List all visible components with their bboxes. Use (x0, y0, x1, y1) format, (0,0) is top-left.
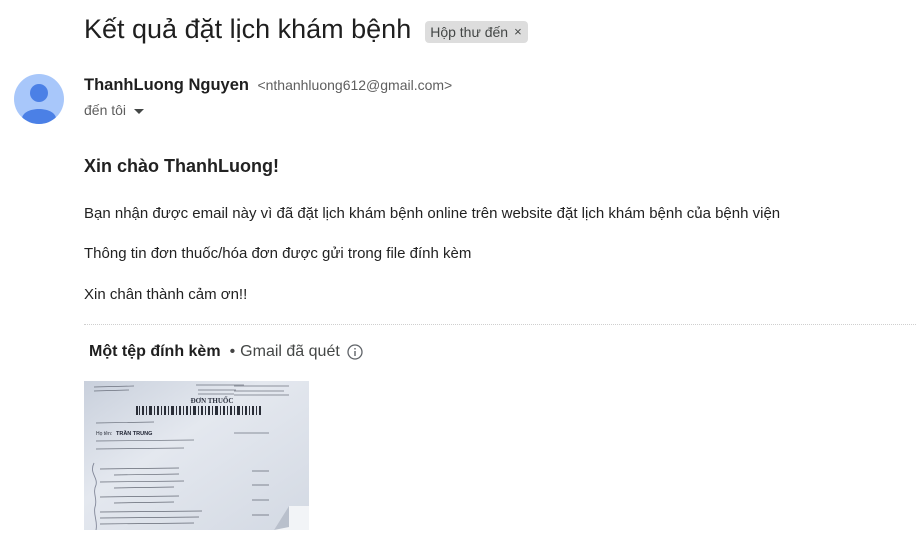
body-paragraph-2: Thông tin đơn thuốc/hóa đơn được gửi tro… (84, 245, 472, 262)
email-subject: Kết quả đặt lịch khám bệnh (84, 14, 412, 44)
thumbnail-patient-name: TRẦN TRUNG (116, 430, 152, 437)
inbox-label-chip[interactable]: Hộp thư đến × (425, 20, 528, 43)
sender-avatar[interactable] (14, 74, 64, 124)
scanned-by-gmail: Gmail đã quét (240, 343, 340, 360)
attachments-count: Một tệp đính kèm (89, 343, 221, 360)
remove-label-icon[interactable]: × (514, 24, 522, 39)
body-paragraph-3: Xin chân thành cảm ơn!! (84, 286, 248, 303)
email-greeting: Xin chào ThanhLuong! (84, 156, 279, 176)
sender-email: <nthanhluong612@gmail.com> (257, 77, 453, 93)
body-paragraph-1: Bạn nhận được email này vì đã đặt lịch k… (84, 205, 781, 222)
person-icon (22, 84, 56, 124)
thumbnail-heading: ĐƠN THUỐC (191, 397, 234, 405)
inbox-label-text: Hộp thư đến (430, 23, 509, 40)
email-header: Kết quả đặt lịch khám bệnh Hộp thư đến × (84, 14, 528, 45)
sender-name[interactable]: ThanhLuong Nguyen (84, 76, 249, 94)
recipient-text: đến tôi (84, 102, 127, 118)
attachments-separator: • (229, 343, 236, 360)
sender-line: ThanhLuong Nguyen <nthanhluong612@gmail.… (84, 76, 452, 95)
show-details-icon[interactable] (134, 108, 145, 114)
attachments-divider (84, 324, 916, 325)
info-icon[interactable] (347, 344, 363, 360)
attachments-header: Một tệp đính kèm • Gmail đã quét (89, 343, 363, 361)
prescription-photo: ĐƠN THUỐC Họ tên: TRẦN TRUNG (84, 381, 309, 530)
thumbnail-patient-label: Họ tên: (96, 431, 112, 437)
recipient-line[interactable]: đến tôi (84, 102, 145, 118)
attachment-thumbnail[interactable]: ĐƠN THUỐC Họ tên: TRẦN TRUNG (84, 381, 309, 530)
